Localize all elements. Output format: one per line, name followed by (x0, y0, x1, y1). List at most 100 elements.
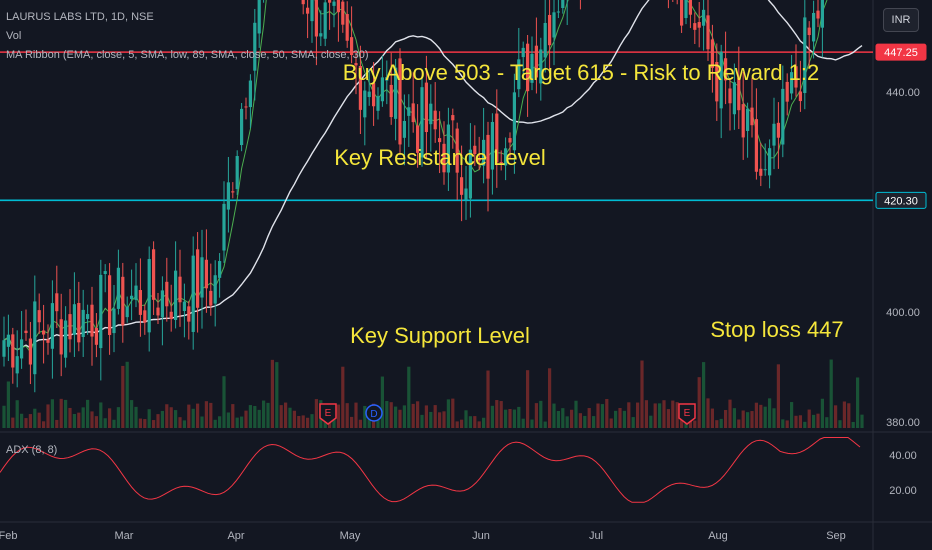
candle-body (754, 119, 758, 172)
volume-bar (517, 406, 521, 428)
time-tick-label: Mar (115, 530, 134, 542)
volume-bar (138, 418, 142, 428)
volume-bar (781, 419, 785, 428)
candle-body (11, 334, 15, 368)
candle-body (244, 106, 248, 108)
candle-body (125, 306, 129, 318)
volume-bar (552, 403, 556, 428)
annotation-text: Stop loss 447 (710, 317, 843, 342)
candle-body (411, 103, 415, 123)
volume-bar (416, 401, 420, 428)
volume-bar (759, 404, 763, 428)
volume-bar (429, 411, 433, 428)
volume-bar (59, 398, 63, 428)
volume-bar (499, 401, 503, 428)
time-tick-label: Aug (708, 530, 728, 542)
candle-body (680, 0, 684, 26)
candle-body (42, 330, 46, 335)
volume-bar (627, 402, 631, 428)
volume-bar (200, 416, 204, 428)
candle-body (798, 91, 802, 102)
candle-body (90, 304, 94, 337)
time-tick-label: Jun (472, 530, 490, 542)
volume-bar (72, 413, 76, 428)
volume-bar (209, 402, 213, 428)
candle-body (37, 310, 41, 323)
volume-bar (816, 413, 820, 428)
volume-bar (847, 403, 851, 428)
candle-body (165, 281, 169, 307)
candle-body (746, 108, 750, 131)
volume-bar (666, 409, 670, 428)
volume-bar (420, 414, 424, 428)
candle-body (248, 80, 252, 108)
candle-body (332, 1, 336, 6)
chart-canvas[interactable]: E D E Buy Above 503 - Target 615 - Risk to… (0, 0, 932, 550)
volume-bar (125, 361, 129, 428)
candle-body (178, 276, 182, 303)
volume-bar (482, 417, 486, 428)
volume-bar (776, 364, 780, 428)
volume-bar (213, 419, 217, 428)
earnings-marker-label: E (684, 408, 691, 419)
volume-bar (477, 421, 481, 428)
volume-bar (442, 411, 446, 428)
volume-bar (160, 410, 164, 428)
adx-line (0, 437, 861, 503)
volume-legend[interactable]: Vol (6, 30, 21, 42)
annotation-text: Buy Above 503 - Target 615 - Risk to Rew… (343, 60, 820, 85)
volume-bar (77, 412, 81, 428)
volume-bar (834, 405, 838, 428)
price-tick-label: 400.00 (886, 307, 920, 319)
candle-body (741, 104, 745, 138)
candle-body (688, 0, 692, 15)
volume-bar (385, 401, 389, 428)
candle-body (759, 168, 763, 176)
ma-ribbon-legend[interactable]: MA Ribbon (EMA, close, 5, SMA, low, 89, … (6, 49, 369, 61)
candle-body (257, 0, 261, 34)
volume-bar (737, 419, 741, 428)
candle-body (33, 301, 37, 375)
volume-bar (20, 413, 24, 428)
volume-bar (169, 407, 173, 428)
volume-bar (644, 400, 648, 428)
candle-body (438, 138, 442, 143)
volume-bar (262, 400, 266, 428)
volume-bar (715, 420, 719, 428)
volume-bar (275, 362, 279, 428)
volume-bar (380, 376, 384, 428)
volume-bar (438, 412, 442, 428)
volume-bar (46, 404, 50, 428)
time-axis[interactable]: Feb Mar Apr May Jun Jul Aug Sep (0, 530, 846, 542)
candle-body (816, 10, 820, 19)
currency-button[interactable]: INR (883, 8, 919, 32)
volume-bar (116, 407, 120, 428)
volume-bar (6, 381, 10, 428)
candle-body (143, 310, 147, 323)
volume-bar (798, 415, 802, 428)
volume-bar (754, 402, 758, 428)
volume-bar (746, 412, 750, 428)
volume-bar (583, 415, 587, 428)
volume-bar (55, 419, 59, 428)
volume-bar (790, 402, 794, 428)
volume-bar (244, 410, 248, 428)
volume-bar (772, 408, 776, 428)
time-tick-label: Apr (227, 530, 244, 542)
adx-legend[interactable]: ADX (8, 8) (6, 444, 57, 456)
time-tick-label: Sep (826, 530, 846, 542)
candle-body (543, 22, 547, 58)
volume-bar (90, 411, 94, 428)
candle-body (548, 14, 552, 46)
time-tick-label: Feb (0, 530, 17, 542)
volume-bar (719, 418, 723, 428)
volume-bar (240, 416, 244, 428)
volume-bar (178, 417, 182, 428)
candle-body (15, 356, 19, 374)
symbol-title[interactable]: LAURUS LABS LTD, 1D, NSE (6, 11, 154, 23)
volume-bar (50, 399, 54, 428)
price-axis[interactable]: 520.00500.00480.00460.00440.00420.00400.… (886, 0, 920, 429)
volume-bar (28, 414, 32, 428)
candle-body (231, 191, 235, 193)
volume-bar (86, 399, 90, 428)
